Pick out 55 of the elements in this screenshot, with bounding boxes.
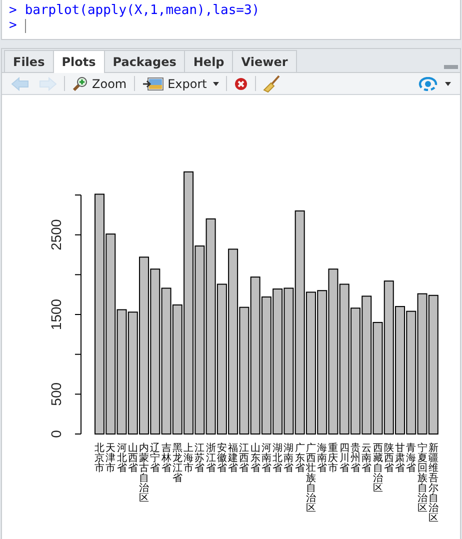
category-label: 安徽省	[216, 443, 227, 474]
tick-label: 0	[48, 430, 64, 438]
pane-tab[interactable]: Files	[4, 50, 54, 72]
tick-label: 500	[48, 382, 64, 406]
category-label: 河北省	[116, 443, 127, 474]
picture-export-icon	[142, 76, 164, 92]
category-label: 天津市	[106, 443, 116, 474]
forward-arrow-icon	[39, 76, 57, 90]
category-label: 湖北省	[272, 443, 283, 474]
category-label: 山东省	[250, 443, 260, 474]
category-label: 山西省	[128, 443, 138, 474]
magnifier-icon	[72, 76, 88, 92]
category-label: 湖南省	[284, 443, 294, 474]
category-label: 甘肃省	[395, 443, 405, 474]
category-label: 广西壮族自治区	[306, 443, 316, 514]
category-label: 黑龙江省	[172, 443, 182, 484]
pane-tab[interactable]: Packages	[104, 50, 186, 72]
zoom-button[interactable]: Zoom	[67, 74, 132, 94]
category-label: 贵州省	[350, 443, 360, 474]
category-label: 浙江省	[206, 443, 216, 474]
category-label: 河南省	[261, 443, 272, 474]
category-label: 北京市	[94, 443, 104, 474]
caret-icon	[445, 82, 451, 86]
console-prompt: >	[9, 3, 17, 18]
category-label: 云南省	[362, 443, 372, 474]
category-label: 新疆维吾尔自治区	[428, 443, 438, 524]
publish-icon	[417, 76, 439, 90]
category-label: 海南省	[317, 443, 328, 474]
category-label: 宁夏回族自治区	[417, 443, 428, 514]
category-label: 四川省	[339, 443, 350, 474]
category-label: 上海市	[184, 443, 194, 474]
category-label: 辽宁省	[150, 443, 160, 474]
category-label: 广东省	[294, 443, 305, 474]
tick-label: 1500	[48, 298, 64, 330]
category-label: 陕西省	[384, 443, 394, 474]
console-command: barplot(apply(X,1,mean),las=3)	[24, 3, 260, 18]
category-label: 江苏省	[194, 443, 205, 474]
category-label: 内蒙古自治区	[139, 443, 150, 504]
category-label: 重庆市	[328, 443, 338, 474]
close-icon	[234, 76, 248, 90]
broom-icon	[262, 74, 281, 92]
pane-tab[interactable]: Viewer	[232, 50, 297, 72]
console-prompt: >	[9, 18, 17, 33]
pane-tab[interactable]: Help	[184, 50, 234, 72]
category-label: 西藏自治区	[372, 443, 383, 494]
tick-label: 2500	[48, 219, 64, 250]
text-cursor	[24, 18, 26, 32]
category-label: 福建省	[228, 443, 238, 474]
category-label: 吉林省	[161, 443, 172, 474]
back-arrow-icon	[11, 76, 29, 90]
caret-icon	[212, 82, 219, 86]
category-label: 青海省	[406, 443, 416, 474]
pane-tab[interactable]: Plots	[52, 50, 105, 73]
export-button[interactable]: Export	[136, 74, 224, 94]
category-label: 江西省	[239, 443, 250, 474]
